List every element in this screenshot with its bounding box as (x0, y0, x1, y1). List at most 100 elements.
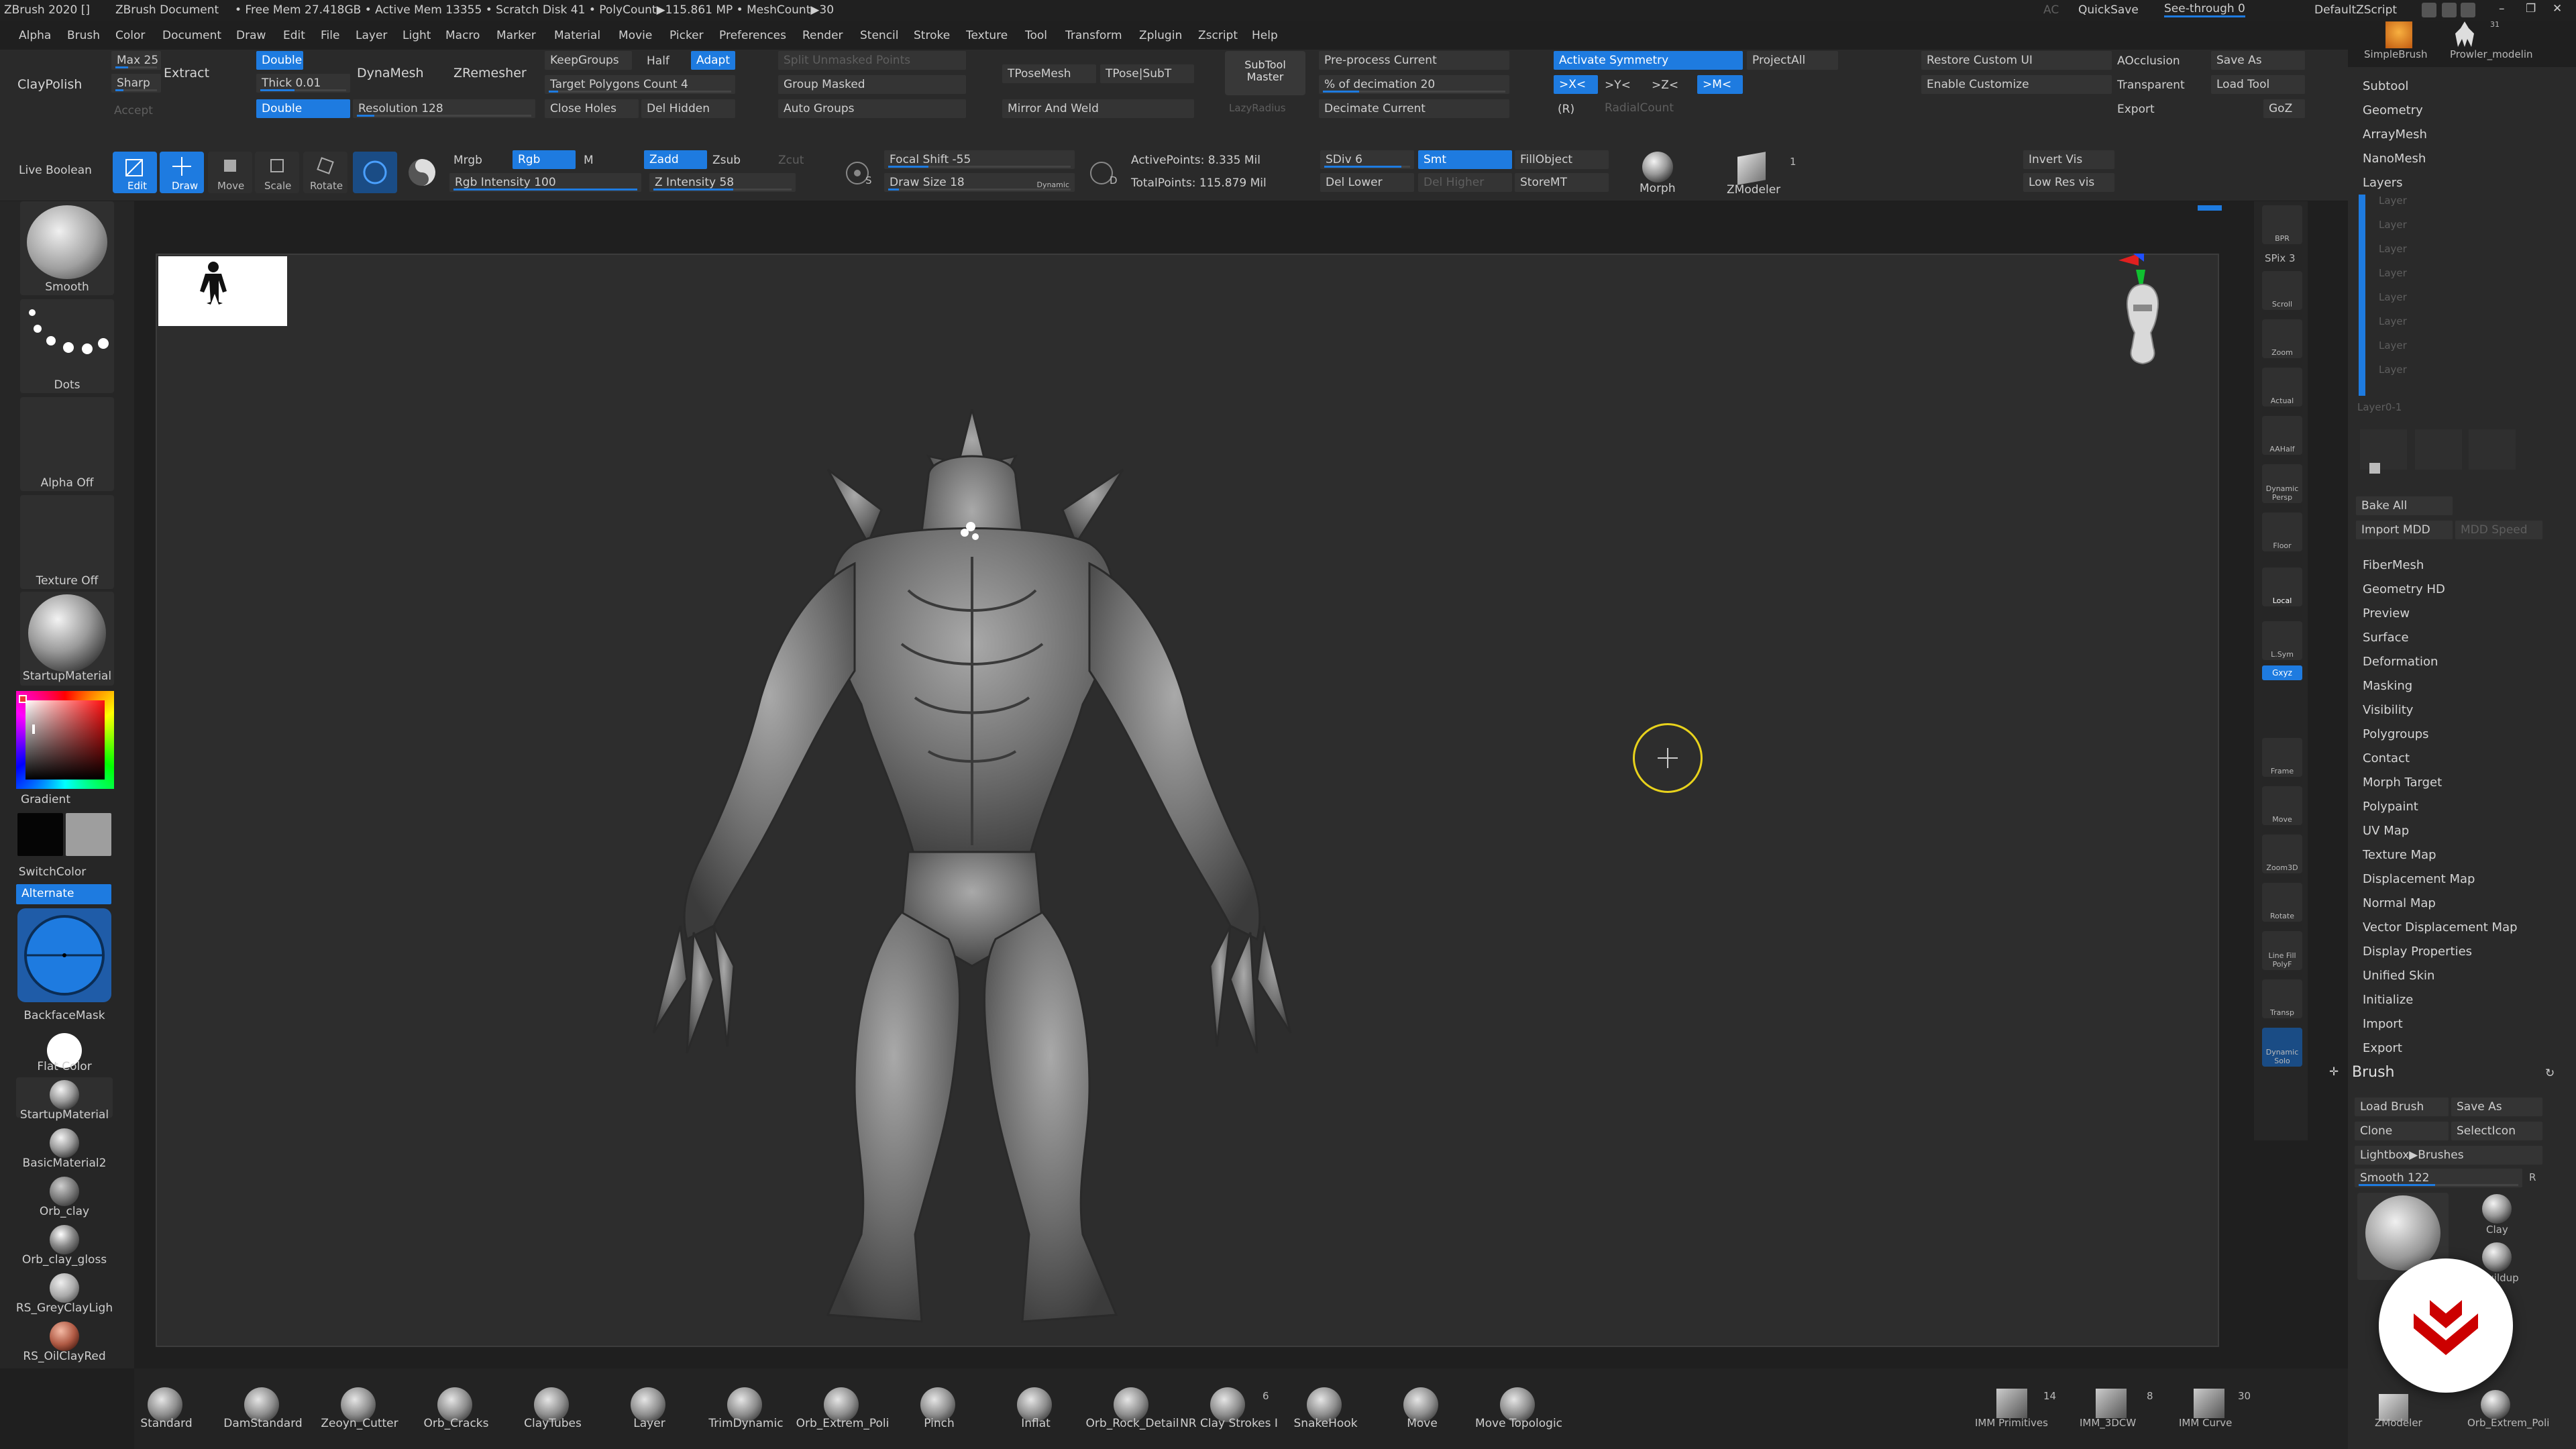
menu-transform[interactable]: Transform (1065, 29, 1122, 42)
vector-displacement-menu[interactable]: Vector Displacement Map (2363, 920, 2518, 934)
zsub-button[interactable]: Zsub (712, 154, 741, 167)
m-button[interactable]: M (584, 154, 594, 167)
geometry-menu[interactable]: Geometry (2363, 103, 2423, 117)
quicksave-button[interactable]: QuickSave (2078, 3, 2139, 17)
imm-primitives-icon[interactable] (1996, 1389, 2027, 1418)
export-menu[interactable]: Export (2363, 1041, 2402, 1055)
transp-button[interactable]: Transp (2262, 979, 2302, 1018)
auto-groups-button[interactable]: Auto Groups (778, 99, 966, 118)
focal-shift-slider[interactable]: Focal Shift -55 (884, 150, 1075, 169)
group-masked-button[interactable]: Group Masked (778, 75, 966, 94)
zoom3d-button[interactable]: Zoom3D (2262, 835, 2302, 873)
layer-row[interactable]: Layer (2379, 315, 2407, 327)
menu-document[interactable]: Document (162, 29, 221, 42)
menu-help[interactable]: Help (1252, 29, 1278, 42)
aocclusion-button[interactable]: AOcclusion (2117, 54, 2180, 68)
double-toggle-1[interactable]: Double (256, 51, 303, 70)
morph-target-menu[interactable]: Morph Target (2363, 775, 2442, 790)
menu-edit[interactable]: Edit (283, 29, 305, 42)
mirror-weld-button[interactable]: Mirror And Weld (1002, 99, 1194, 118)
menu-stencil[interactable]: Stencil (860, 29, 898, 42)
menu-draw[interactable]: Draw (236, 29, 266, 42)
menu-tool[interactable]: Tool (1025, 29, 1047, 42)
subtool-menu[interactable]: Subtool (2363, 79, 2408, 93)
low-res-vis-button[interactable]: Low Res vis (2023, 173, 2114, 192)
menu-macro[interactable]: Macro (445, 29, 480, 42)
target-polygons-slider[interactable]: Target Polygons Count 4 (545, 75, 735, 94)
layer-row[interactable]: Layer (2379, 364, 2407, 376)
spix-slider[interactable]: SPix 3 (2265, 252, 2296, 264)
material-5-icon[interactable] (50, 1273, 79, 1303)
deformation-menu[interactable]: Deformation (2363, 655, 2438, 669)
del-lower-button[interactable]: Del Lower (1320, 173, 1414, 192)
polyf-button[interactable]: Line Fill PolyF (2262, 931, 2302, 970)
restore-custom-ui-button[interactable]: Restore Custom UI (1921, 51, 2112, 70)
layer-row[interactable]: Layer (2379, 195, 2407, 207)
canvas-viewport[interactable] (156, 254, 2219, 1347)
polypaint-menu[interactable]: Polypaint (2363, 800, 2418, 814)
import-menu[interactable]: Import (2363, 1017, 2403, 1031)
menu-material[interactable]: Material (554, 29, 600, 42)
layer-icons-3[interactable] (2469, 429, 2516, 470)
sdiv-slider[interactable]: SDiv 6 (1320, 150, 1414, 169)
material-4-icon[interactable] (50, 1225, 79, 1254)
seethrough-slider[interactable]: See-through 0 (2164, 2, 2245, 17)
brush-palette-pin-icon[interactable]: ✛ (2329, 1065, 2339, 1079)
display-properties-menu[interactable]: Display Properties (2363, 945, 2472, 959)
layer-row[interactable]: Layer (2379, 243, 2407, 255)
clone-button[interactable]: Clone (2355, 1122, 2449, 1140)
projectall-button[interactable]: ProjectAll (1747, 51, 1838, 70)
adapt-toggle[interactable]: Adapt (691, 51, 735, 70)
polygroups-menu[interactable]: Polygroups (2363, 727, 2429, 741)
radialcount-slider[interactable]: RadialCount (1605, 101, 1674, 115)
layer-row[interactable]: Layer (2379, 291, 2407, 303)
storemt-button[interactable]: StoreMT (1515, 173, 1609, 192)
alternate-toggle[interactable]: Alternate (16, 884, 111, 904)
save-as-button[interactable]: Save As (2211, 51, 2305, 70)
primary-color-swatch[interactable] (17, 813, 63, 856)
focal-d-icon[interactable]: D (1087, 158, 1118, 188)
default-zscript-button[interactable]: DefaultZScript (2314, 3, 2397, 17)
texture-map-menu[interactable]: Texture Map (2363, 848, 2436, 862)
menu-stroke[interactable]: Stroke (914, 29, 950, 42)
geometry-hd-menu[interactable]: Geometry HD (2363, 582, 2445, 596)
load-brush-button[interactable]: Load Brush (2355, 1097, 2449, 1116)
close-icon[interactable]: ✕ (2553, 2, 2562, 15)
masking-menu[interactable]: Masking (2363, 679, 2412, 693)
bake-all-button[interactable]: Bake All (2356, 496, 2453, 515)
gxyz-toggle[interactable]: Gxyz (2262, 665, 2302, 680)
subtool-master-button[interactable]: SubTool Master (1225, 51, 1305, 95)
m-symmetry-toggle[interactable]: >M< (1697, 75, 1743, 94)
unified-skin-menu[interactable]: Unified Skin (2363, 969, 2434, 983)
bpr-button[interactable]: BPR (2262, 205, 2302, 244)
rotate-mode-button[interactable]: Rotate (303, 152, 347, 193)
scale-mode-button[interactable]: Scale (255, 152, 299, 193)
max-slider[interactable]: Max 25 (111, 51, 161, 70)
mdd-speed-slider[interactable]: MDD Speed (2455, 521, 2542, 539)
goz-button[interactable]: GoZ (2263, 99, 2305, 118)
live-boolean-button[interactable]: Live Boolean (19, 164, 92, 177)
preprocess-current-button[interactable]: Pre-process Current (1319, 51, 1509, 70)
solo-button[interactable]: Dynamic Solo (2262, 1028, 2302, 1067)
z-symmetry-toggle[interactable]: >Z< (1652, 78, 1678, 92)
material-6-icon[interactable] (50, 1322, 79, 1351)
material-3-icon[interactable] (50, 1177, 79, 1206)
menu-light[interactable]: Light (402, 29, 431, 42)
zoom-button[interactable]: Zoom (2262, 319, 2302, 358)
persp-button[interactable]: Dynamic Persp (2262, 464, 2302, 503)
brush-save-as-button[interactable]: Save As (2451, 1097, 2542, 1116)
focal-s-icon[interactable]: S (843, 158, 872, 188)
accept-button[interactable]: Accept (114, 104, 153, 117)
move-view-button[interactable]: Move (2262, 786, 2302, 825)
orientation-head[interactable] (2116, 282, 2169, 382)
floor-button[interactable]: Floor (2262, 513, 2302, 551)
menu-brush[interactable]: Brush (67, 29, 100, 42)
split-unmasked-button[interactable]: Split Unmasked Points (778, 51, 966, 70)
half-button[interactable]: Half (647, 54, 669, 68)
maximize-icon[interactable]: ❐ (2526, 2, 2536, 15)
layer-row[interactable]: Layer (2379, 219, 2407, 231)
preview-menu[interactable]: Preview (2363, 606, 2410, 621)
creature-sculpt[interactable] (613, 389, 1418, 1355)
refresh-icon[interactable]: ↻ (2545, 1067, 2555, 1080)
menu-layer[interactable]: Layer (356, 29, 387, 42)
